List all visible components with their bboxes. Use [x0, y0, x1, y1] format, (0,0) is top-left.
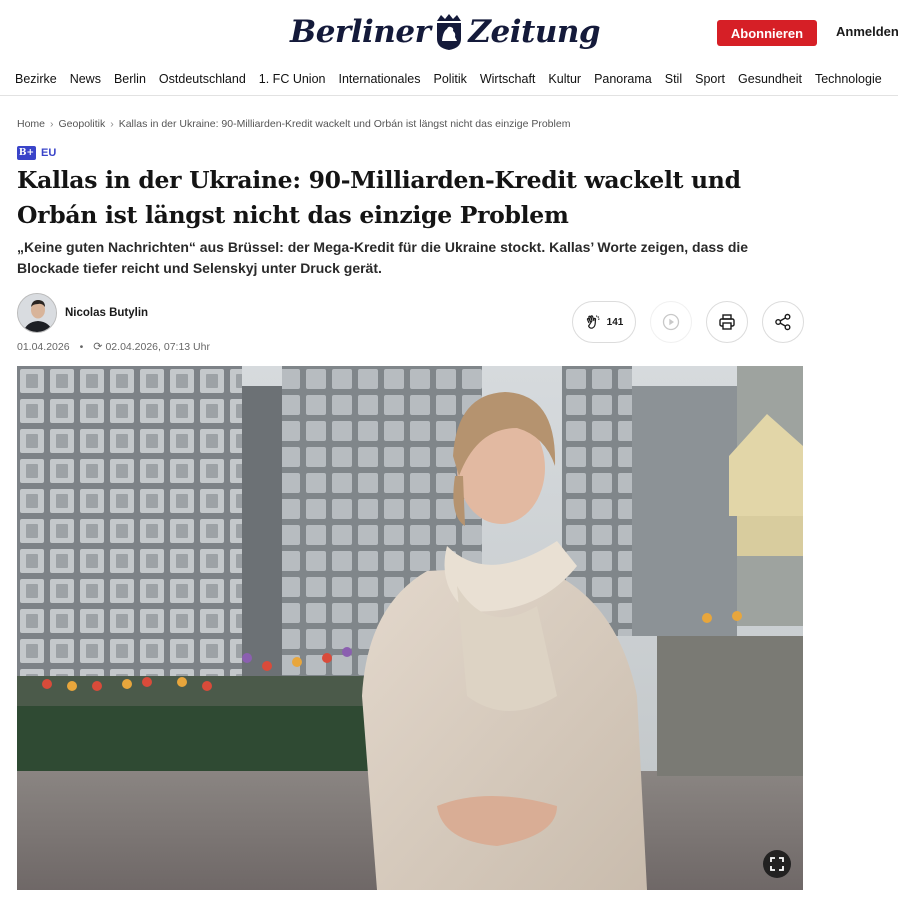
article-headline: Kallas in der Ukraine: 90-Milliarden-Kre…: [17, 166, 741, 229]
fullscreen-button[interactable]: [763, 850, 791, 878]
nav-item-technologie[interactable]: Technologie: [815, 72, 882, 86]
nav-item-gesundheit[interactable]: Gesundheit: [738, 72, 802, 86]
author-name[interactable]: Nicolas Butylin: [65, 307, 148, 319]
breadcrumb: Home › Geopolitik › Kallas in der Ukrain…: [17, 118, 570, 130]
main-nav: Bezirke News Berlin Ostdeutschland 1. FC…: [0, 66, 898, 96]
clap-count: 141: [606, 316, 624, 328]
breadcrumb-current: Kallas in der Ukraine: 90-Milliarden-Kre…: [118, 118, 571, 130]
print-icon: [719, 314, 735, 330]
nav-item-sport[interactable]: Sport: [695, 72, 725, 86]
refresh-icon: ⟳: [93, 341, 103, 353]
article-actions: 141: [572, 301, 804, 343]
nav-item-ostdeutschland[interactable]: Ostdeutschland: [159, 72, 246, 86]
nav-item-wirtschaft[interactable]: Wirtschaft: [480, 72, 536, 86]
print-button[interactable]: [706, 301, 748, 343]
share-button[interactable]: [762, 301, 804, 343]
published-date: 01.04.2026: [17, 340, 70, 353]
bplus-badge-icon: B+: [17, 146, 36, 160]
share-icon: [775, 313, 791, 331]
breadcrumb-home[interactable]: Home: [17, 118, 45, 130]
site-logo[interactable]: Berliner Zeitung: [290, 10, 601, 54]
date-separator: •: [79, 340, 84, 353]
nav-item-kultur[interactable]: Kultur: [548, 72, 581, 86]
updated-date: 02.04.2026, 07:13 Uhr: [105, 340, 210, 353]
nav-item-internationales[interactable]: Internationales: [338, 72, 420, 86]
nav-item-politik[interactable]: Politik: [434, 72, 467, 86]
login-link[interactable]: Anmelden: [836, 24, 898, 39]
avatar[interactable]: [17, 293, 57, 333]
bear-crest-icon: [437, 14, 462, 50]
logo-word-1: Berliner: [290, 14, 431, 50]
nav-item-fc-union[interactable]: 1. FC Union: [259, 72, 326, 86]
author-block[interactable]: Nicolas Butylin: [17, 293, 148, 333]
nav-item-news[interactable]: News: [70, 72, 101, 86]
subscribe-button[interactable]: Abonnieren: [717, 20, 817, 46]
article-dates: 01.04.2026 • ⟳ 02.04.2026, 07:13 Uhr: [17, 340, 210, 354]
tag-label: EU: [41, 147, 57, 159]
breadcrumb-geopolitik[interactable]: Geopolitik: [59, 118, 106, 130]
audio-play-button[interactable]: [650, 301, 692, 343]
nav-item-stil[interactable]: Stil: [665, 72, 682, 86]
breadcrumb-separator-icon: ›: [50, 118, 54, 130]
fullscreen-icon: [770, 857, 784, 871]
logo-word-2: Zeitung: [468, 14, 601, 50]
nav-item-panorama[interactable]: Panorama: [594, 72, 652, 86]
nav-item-berlin[interactable]: Berlin: [114, 72, 146, 86]
breadcrumb-separator-icon: ›: [110, 118, 114, 130]
hero-image[interactable]: [17, 366, 803, 890]
play-icon: [662, 313, 680, 331]
clap-button[interactable]: 141: [572, 301, 636, 343]
article-lead: „Keine guten Nachrichten“ aus Brüssel: d…: [17, 239, 749, 276]
nav-item-bezirke[interactable]: Bezirke: [15, 72, 57, 86]
hero-photo-illustration: [17, 366, 803, 890]
author-portrait-icon: [18, 294, 56, 332]
clap-icon: [586, 315, 600, 329]
article-tag[interactable]: B+ EU: [17, 146, 56, 160]
site-header: Berliner Zeitung Abonnieren Anmelden: [0, 0, 898, 62]
